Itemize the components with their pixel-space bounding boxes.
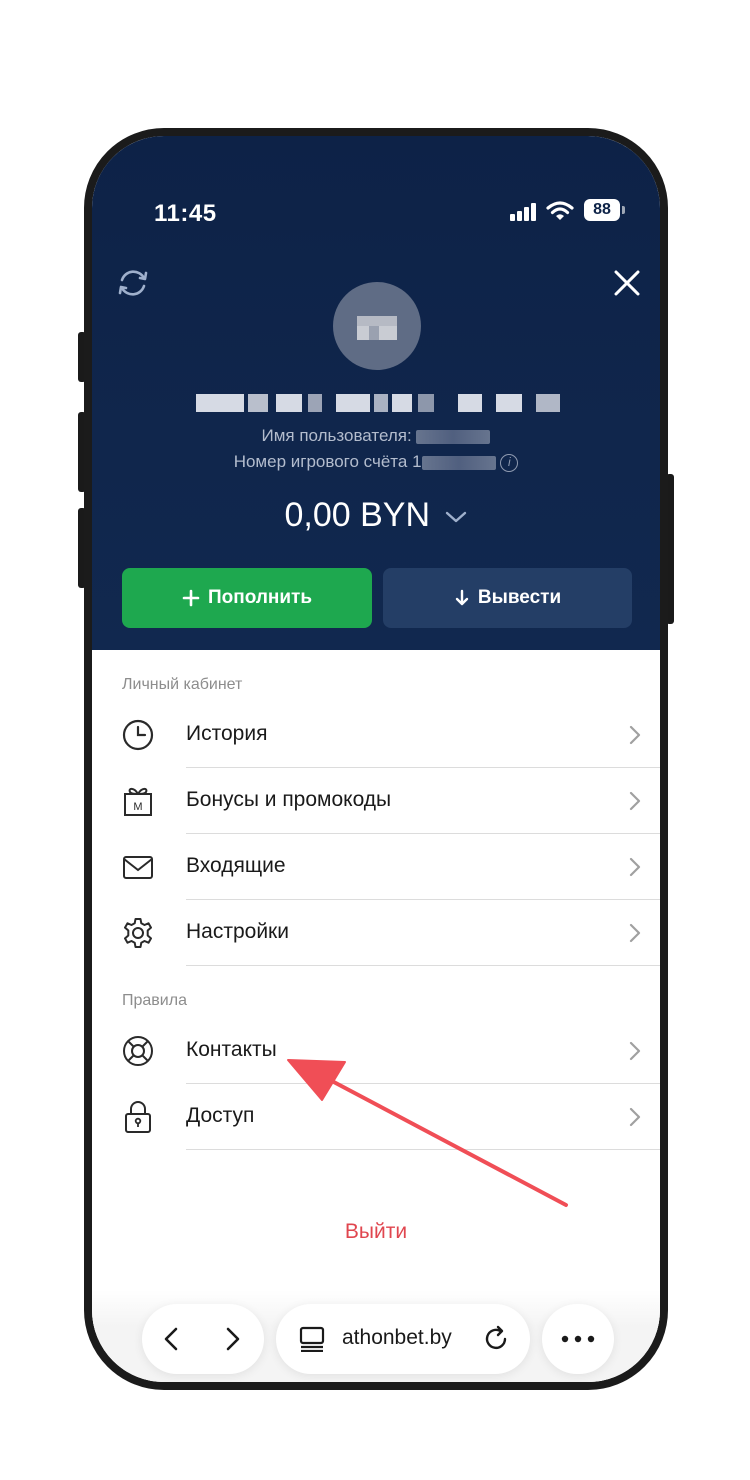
more-dots-icon bbox=[561, 1335, 595, 1343]
tabs-icon[interactable] bbox=[298, 1326, 326, 1352]
forward-icon[interactable] bbox=[222, 1326, 244, 1352]
battery-icon: 88 bbox=[584, 199, 625, 221]
arrow-down-icon bbox=[455, 589, 469, 606]
menu-item-inbox[interactable]: Входящие bbox=[92, 834, 660, 900]
envelope-icon bbox=[123, 856, 153, 879]
refresh-icon[interactable] bbox=[114, 264, 152, 302]
chevron-right-icon bbox=[629, 1107, 641, 1127]
account-header: 11:45 88 Имя пользователя: Номер игровог… bbox=[92, 136, 660, 650]
withdraw-label: Вывести bbox=[477, 587, 562, 608]
menu-item-bonuses[interactable]: M Бонусы и промокоды bbox=[92, 768, 660, 834]
menu-item-settings[interactable]: Настройки bbox=[92, 900, 660, 966]
chevron-right-icon bbox=[629, 791, 641, 811]
screen: 11:45 88 Имя пользователя: Номер игровог… bbox=[92, 136, 660, 1382]
chevron-right-icon bbox=[629, 923, 641, 943]
plus-icon bbox=[182, 589, 200, 607]
menu-item-label: Доступ bbox=[186, 1104, 255, 1127]
menu-item-label: Входящие bbox=[186, 854, 286, 877]
browser-nav-group bbox=[142, 1304, 264, 1374]
svg-text:M: M bbox=[133, 801, 142, 813]
gear-icon bbox=[124, 918, 152, 948]
chevron-right-icon bbox=[629, 857, 641, 877]
deposit-button[interactable]: Пополнить bbox=[122, 568, 372, 628]
player-name-redacted bbox=[196, 394, 566, 412]
close-icon[interactable] bbox=[612, 268, 642, 298]
url-text: athonbet.by bbox=[342, 1326, 452, 1349]
status-bar: 11:45 88 bbox=[92, 199, 660, 228]
chevron-down-icon bbox=[446, 511, 467, 523]
deposit-label: Пополнить bbox=[207, 587, 313, 608]
lock-icon bbox=[125, 1101, 151, 1133]
menu-item-history[interactable]: История bbox=[92, 702, 660, 768]
divider bbox=[186, 965, 660, 966]
username-label: Имя пользователя: bbox=[261, 426, 412, 445]
username-redacted bbox=[416, 429, 491, 444]
chevron-right-icon bbox=[629, 725, 641, 745]
balance-amount: 0,00 BYN bbox=[284, 496, 431, 534]
account-menu: Личный кабинет История M Бонусы и промок… bbox=[92, 650, 660, 1382]
chevron-right-icon bbox=[629, 1041, 641, 1061]
reload-icon[interactable] bbox=[482, 1325, 510, 1353]
divider bbox=[186, 1149, 660, 1150]
more-button[interactable] bbox=[542, 1304, 614, 1374]
status-time: 11:45 bbox=[154, 200, 217, 227]
phone-frame: 11:45 88 Имя пользователя: Номер игровог… bbox=[84, 128, 668, 1390]
withdraw-button[interactable]: Вывести bbox=[383, 568, 632, 628]
menu-item-label: Бонусы и промокоды bbox=[186, 788, 392, 811]
section-rules: Правила bbox=[122, 992, 187, 1009]
balance-selector[interactable]: 0,00 BYN bbox=[92, 496, 660, 535]
back-icon[interactable] bbox=[160, 1326, 182, 1352]
address-bar[interactable]: athonbet.by bbox=[276, 1304, 530, 1374]
menu-item-label: Контакты bbox=[186, 1038, 277, 1061]
account-number-prefix: 1 bbox=[412, 452, 422, 471]
info-icon[interactable]: i bbox=[500, 453, 519, 472]
account-number-label: Номер игрового счёта bbox=[233, 452, 408, 471]
browser-toolbar: athonbet.by bbox=[92, 1290, 660, 1382]
section-personal-cabinet: Личный кабинет bbox=[122, 676, 243, 693]
account-number-redacted bbox=[421, 455, 496, 470]
lifebuoy-icon bbox=[123, 1036, 153, 1066]
logout-button[interactable]: Выйти bbox=[92, 1220, 660, 1244]
cellular-signal-icon bbox=[510, 203, 538, 221]
username-line: Имя пользователя: bbox=[92, 426, 660, 446]
gift-icon: M bbox=[124, 787, 152, 816]
menu-item-label: История bbox=[186, 722, 268, 745]
account-number-line: Номер игрового счёта 1 i bbox=[92, 452, 660, 472]
avatar bbox=[333, 282, 421, 370]
menu-item-contacts[interactable]: Контакты bbox=[92, 1018, 660, 1084]
wifi-icon bbox=[546, 201, 574, 220]
menu-item-label: Настройки bbox=[186, 920, 289, 943]
clock-icon bbox=[122, 719, 154, 751]
menu-item-access[interactable]: Доступ bbox=[92, 1084, 660, 1150]
